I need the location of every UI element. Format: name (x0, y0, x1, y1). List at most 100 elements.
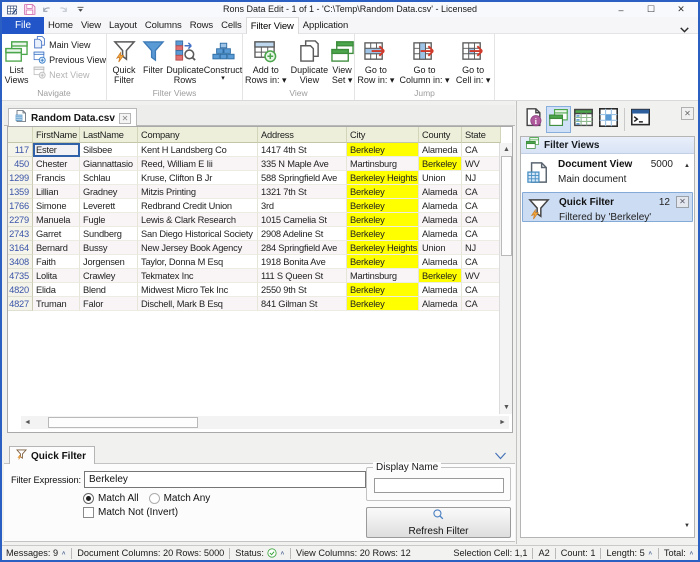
cell[interactable]: Mitzis Printing (138, 185, 258, 199)
cell[interactable]: Berkeley (347, 255, 419, 269)
row-number[interactable]: 4820 (8, 283, 33, 297)
vertical-scroll-thumb[interactable] (501, 156, 512, 256)
cell[interactable]: Berkeley (419, 269, 462, 283)
cell[interactable]: Kruse, Clifton B Jr (138, 171, 258, 185)
expand-chevron-icon[interactable]: ∧ (61, 550, 66, 556)
match-any-radio[interactable] (149, 493, 160, 504)
cell[interactable]: Alameda (419, 143, 462, 157)
cell[interactable]: Gradney (80, 185, 138, 199)
vertical-scrollbar[interactable]: ▲ ▼ (499, 143, 512, 414)
expand-chevron-icon[interactable]: ∧ (280, 550, 285, 556)
cell[interactable]: Berkeley Heights (347, 241, 419, 255)
ribbon-button-construct[interactable]: Construct▾ (205, 34, 241, 86)
column-header-city[interactable]: City (347, 127, 419, 143)
minimize-button[interactable]: – (606, 2, 636, 17)
cell[interactable]: San Diego Historical Society (138, 227, 258, 241)
match-not-checkbox[interactable] (83, 507, 94, 518)
panel-toolbar-button-table-view[interactable] (571, 106, 596, 133)
display-name-input[interactable] (374, 478, 504, 493)
row-number-header[interactable] (8, 127, 33, 143)
row-number[interactable]: 2743 (8, 227, 33, 241)
cell[interactable]: Alameda (419, 199, 462, 213)
refresh-filter-button[interactable]: Refresh Filter (366, 507, 511, 538)
cell[interactable]: 588 Springfield Ave (258, 171, 347, 185)
cell[interactable]: Manuela (33, 213, 80, 227)
cell[interactable]: CA (462, 283, 501, 297)
cell[interactable]: Berkeley (347, 143, 419, 157)
cell[interactable]: Alameda (419, 213, 462, 227)
cell[interactable]: 3rd (258, 199, 347, 213)
cell[interactable]: Kent H Landsberg Co (138, 143, 258, 157)
expand-chevron-icon[interactable]: ∧ (689, 550, 694, 556)
panel-toolbar-button-filter-views[interactable] (546, 106, 571, 133)
panel-toolbar-button-console[interactable] (628, 106, 653, 133)
cell[interactable]: Martinsburg (347, 269, 419, 283)
cell[interactable]: Alameda (419, 185, 462, 199)
maximize-button[interactable]: ☐ (636, 2, 666, 17)
cell[interactable]: CA (462, 213, 501, 227)
row-number[interactable]: 4735 (8, 269, 33, 283)
cell[interactable]: Faith (33, 255, 80, 269)
cell[interactable]: Tekmatex Inc (138, 269, 258, 283)
ribbon-button-duplicate-view[interactable]: DuplicateView (289, 34, 331, 86)
cell[interactable]: Alameda (419, 297, 462, 311)
cell[interactable]: Giannattasio (80, 157, 138, 171)
horizontal-scroll-thumb[interactable] (48, 417, 198, 428)
cell[interactable]: CA (462, 255, 501, 269)
cell[interactable]: Berkeley (347, 185, 419, 199)
ribbon-button-go-to-column-in[interactable]: Go toColumn in: ▾ (397, 34, 453, 86)
cell[interactable]: Silsbee (80, 143, 138, 157)
row-number[interactable]: 117 (8, 143, 33, 157)
cell[interactable]: Leverett (80, 199, 138, 213)
row-number[interactable]: 1299 (8, 171, 33, 185)
panel-collapse-icon[interactable] (493, 449, 508, 461)
cell[interactable]: Bernard (33, 241, 80, 255)
column-header-state[interactable]: State (462, 127, 501, 143)
column-header-county[interactable]: County (419, 127, 462, 143)
cell[interactable]: Ester (33, 143, 80, 157)
ribbon-button-list-views[interactable]: ListViews (2, 34, 31, 86)
cell[interactable]: Falor (80, 297, 138, 311)
row-number[interactable]: 3164 (8, 241, 33, 255)
cell[interactable]: Berkeley (347, 199, 419, 213)
cell[interactable]: Alameda (419, 283, 462, 297)
cell[interactable]: Lolita (33, 269, 80, 283)
cell[interactable]: Berkeley Heights (347, 171, 419, 185)
view-item-quick-filter[interactable]: Quick Filter12✕Filtered by 'Berkeley' (522, 192, 693, 222)
cell[interactable]: 2550 9th St (258, 283, 347, 297)
row-number[interactable]: 1359 (8, 185, 33, 199)
row-number[interactable]: 450 (8, 157, 33, 171)
tab-columns[interactable]: Columns (141, 17, 186, 34)
cell[interactable]: Lillian (33, 185, 80, 199)
cell[interactable]: 841 Gilman St (258, 297, 347, 311)
cell[interactable]: 335 N Maple Ave (258, 157, 347, 171)
cell[interactable]: Schlau (80, 171, 138, 185)
scroll-down-icon[interactable]: ▼ (500, 401, 513, 414)
cell[interactable]: Francis (33, 171, 80, 185)
cell[interactable]: 2908 Adeline St (258, 227, 347, 241)
row-number[interactable]: 4827 (8, 297, 33, 311)
cell[interactable]: Martinsburg (347, 157, 419, 171)
panel-toolbar-button-doc-info[interactable]: i (521, 106, 546, 133)
cell[interactable]: Berkeley (347, 227, 419, 241)
cell[interactable]: 111 S Queen St (258, 269, 347, 283)
ribbon-button-filter[interactable]: Filter (141, 34, 165, 86)
cell[interactable]: 1321 7th St (258, 185, 347, 199)
cell[interactable]: Chester (33, 157, 80, 171)
tab-file[interactable]: File (2, 17, 44, 34)
tab-view[interactable]: View (77, 17, 105, 34)
ribbon-button-add-to-rows-in[interactable]: Add toRows in: ▾ (243, 34, 289, 86)
cell[interactable]: Fugle (80, 213, 138, 227)
column-header-lastname[interactable]: LastName (80, 127, 138, 143)
cell[interactable]: Berkeley (347, 297, 419, 311)
cell[interactable]: WV (462, 269, 501, 283)
match-all-radio[interactable] (83, 493, 94, 504)
cell[interactable]: Truman (33, 297, 80, 311)
cell[interactable]: CA (462, 297, 501, 311)
cell[interactable]: New Jersey Book Agency (138, 241, 258, 255)
cell[interactable]: Berkeley (419, 157, 462, 171)
cell[interactable]: Bussy (80, 241, 138, 255)
list-scroll-up-icon[interactable]: ▲ (684, 163, 690, 169)
horizontal-scrollbar[interactable]: ◄ ► (34, 416, 496, 429)
scroll-left-icon[interactable]: ◄ (21, 416, 34, 429)
